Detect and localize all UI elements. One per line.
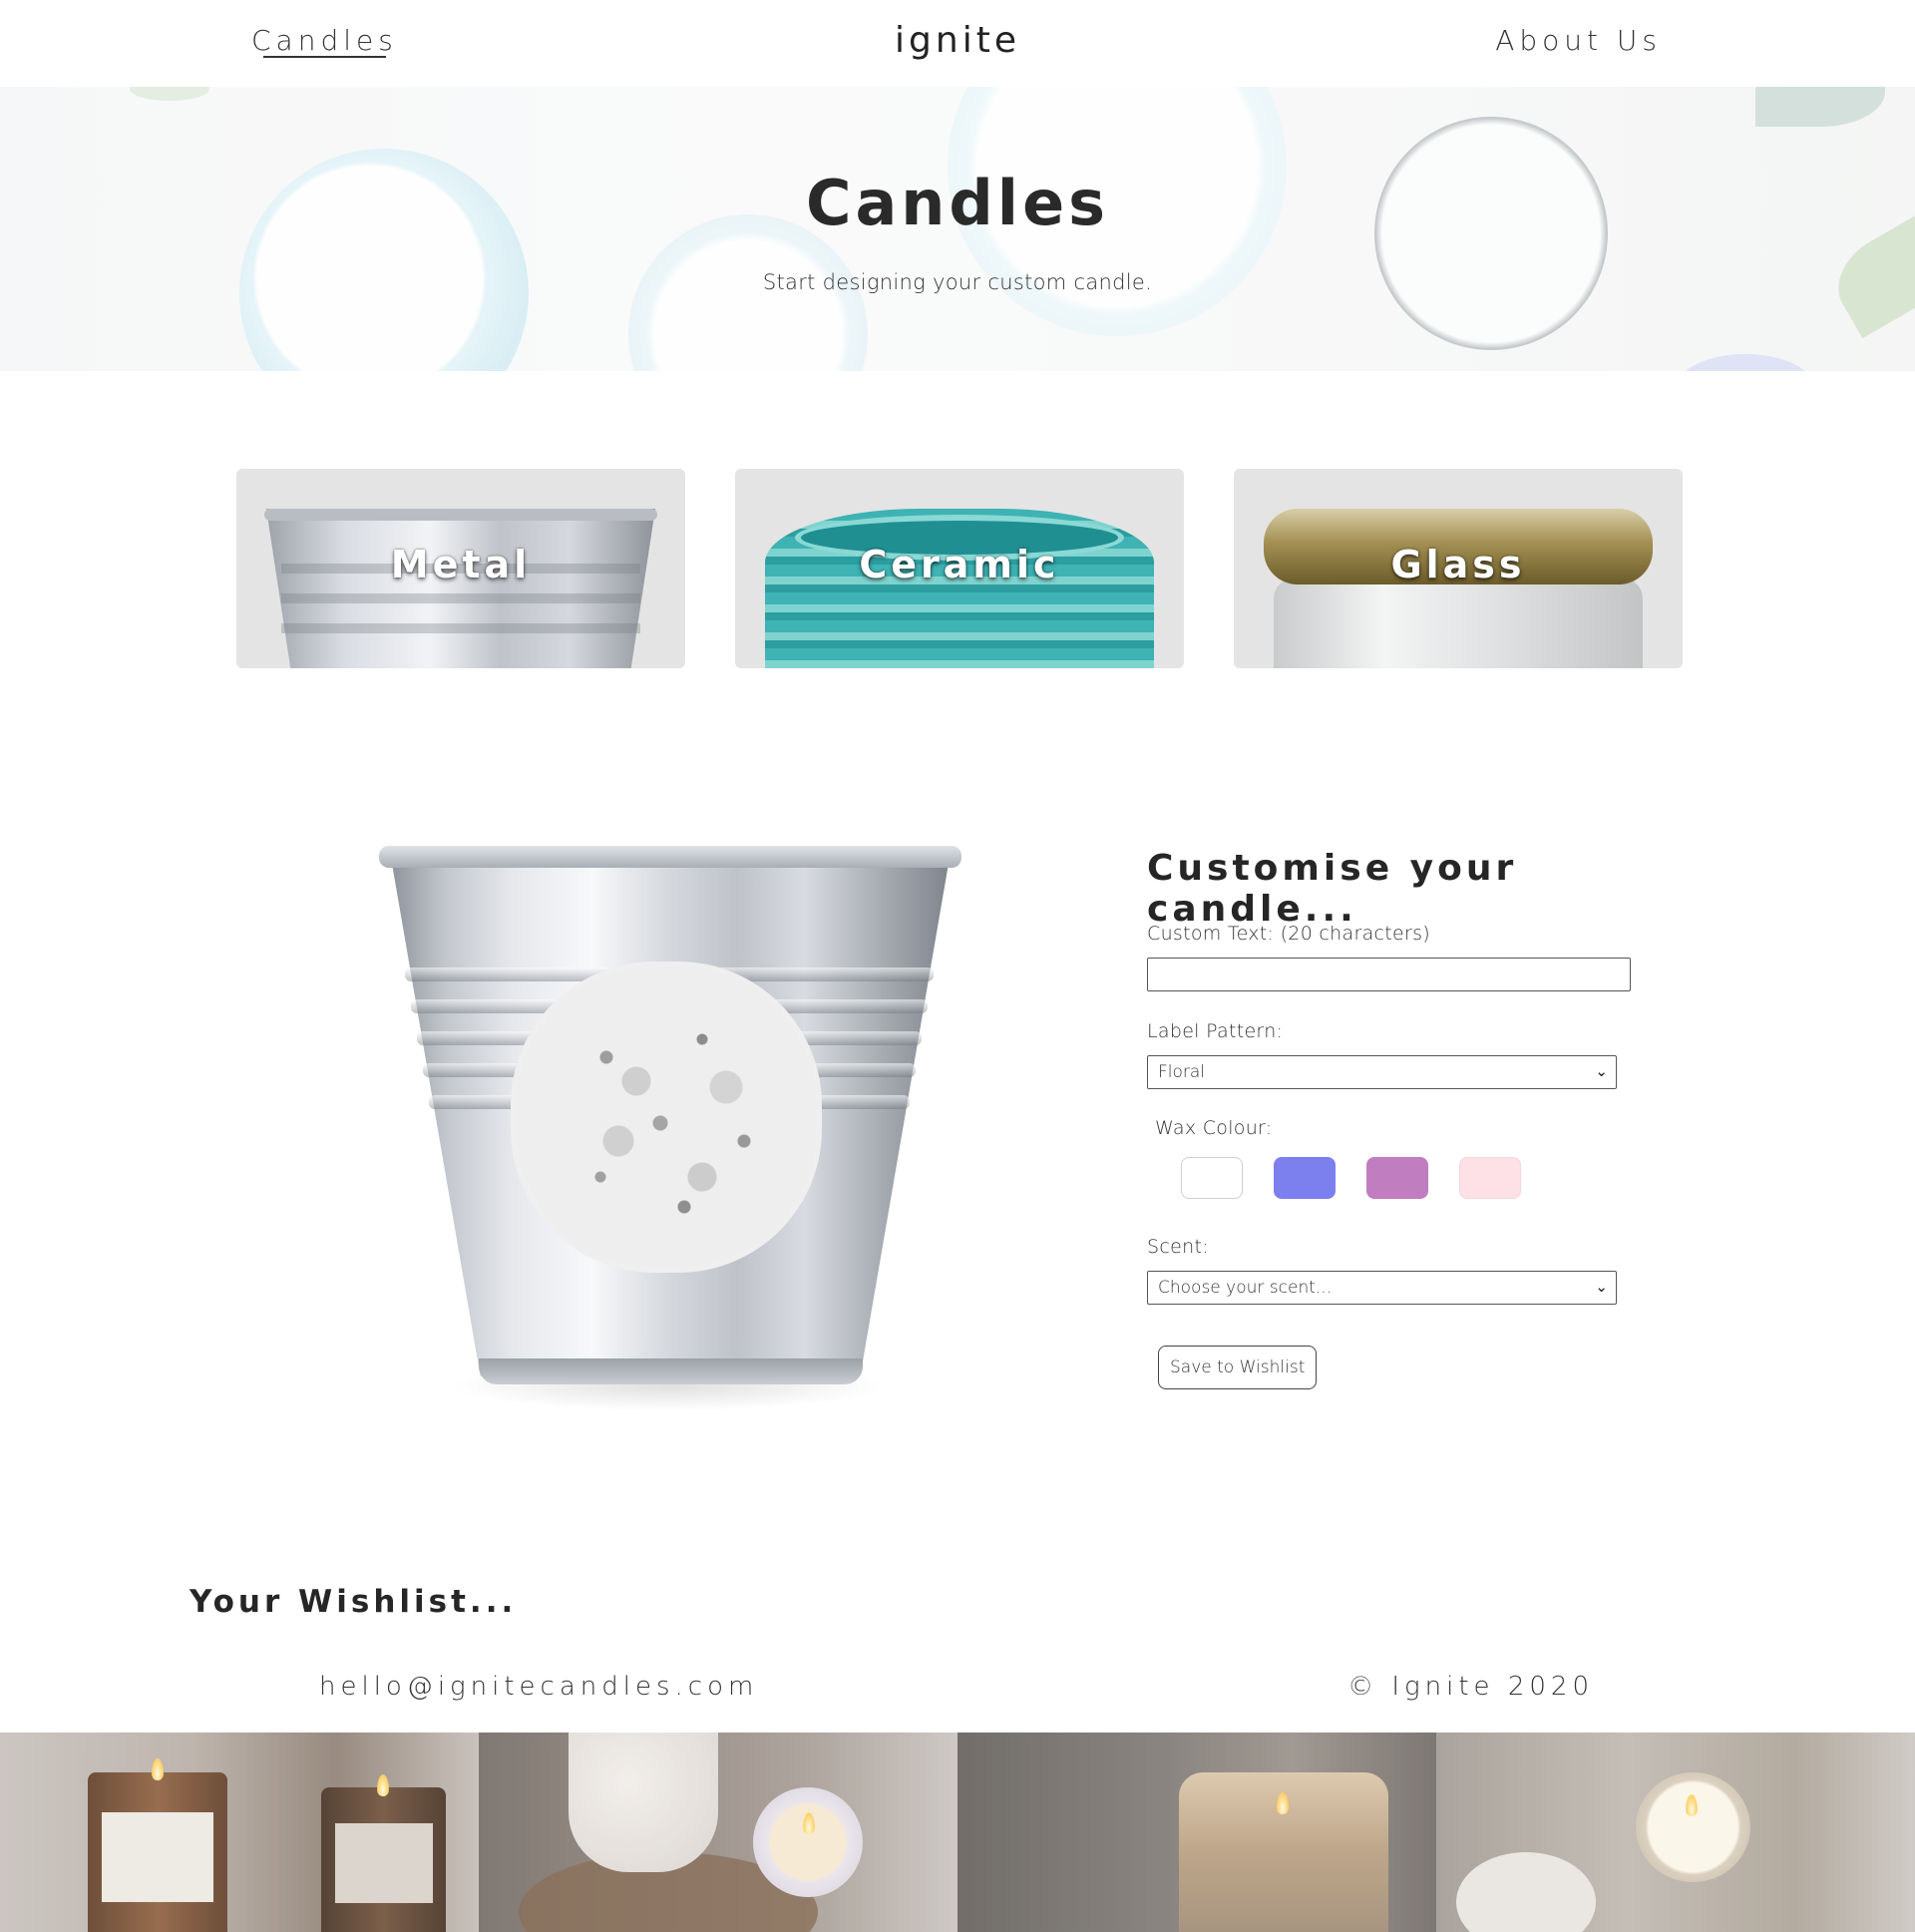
metal-pail-ridge: [281, 593, 640, 603]
candle-preview: [369, 838, 967, 1436]
chevron-down-icon: ⌄: [1595, 1062, 1608, 1080]
chevron-down-icon: ⌄: [1595, 1278, 1608, 1296]
material-card-metal[interactable]: Metal: [236, 469, 685, 668]
preview-pail-base: [479, 1358, 863, 1384]
footer-photo-strip: [0, 1733, 1915, 1932]
metal-pail-rim: [264, 509, 657, 521]
footer-copyright: © Ignite 2020: [1347, 1672, 1594, 1702]
hero-banner: Candles Start designing your custom cand…: [0, 87, 1915, 371]
wax-swatch-pink[interactable]: [1459, 1157, 1521, 1199]
nav-link-about-us[interactable]: About Us: [1495, 24, 1662, 57]
glass-jar-image: [1274, 579, 1643, 668]
wishlist-heading: Your Wishlist...: [190, 1584, 518, 1620]
wax-swatch-white[interactable]: [1181, 1157, 1243, 1199]
material-card-label: Metal: [390, 543, 532, 586]
wax-colour-label: Wax Colour:: [1155, 1117, 1273, 1139]
label-pattern-value: Floral: [1158, 1062, 1206, 1082]
scent-label: Scent:: [1147, 1236, 1209, 1258]
scent-select[interactable]: Choose your scent... ⌄: [1147, 1271, 1617, 1305]
page-title: Candles: [805, 167, 1110, 239]
label-pattern-label: Label Pattern:: [1147, 1020, 1284, 1042]
custom-text-label: Custom Text: (20 characters): [1147, 923, 1431, 945]
custom-text-input[interactable]: [1147, 958, 1631, 991]
customise-heading: Customise your candle...: [1147, 848, 1518, 930]
metal-pail-ridge: [281, 623, 640, 633]
scent-value: Choose your scent...: [1158, 1278, 1333, 1298]
material-cards: Metal Ceramic Glass: [236, 469, 1683, 668]
wax-swatch-purple[interactable]: [1366, 1157, 1428, 1199]
preview-floral-label: [517, 967, 816, 1267]
page-subtitle: Start designing your custom candle.: [762, 270, 1153, 294]
customise-form: Customise your candle... Custom Text: (2…: [1147, 848, 1686, 1389]
preview-pail-rim: [379, 846, 961, 868]
save-to-wishlist-button[interactable]: Save to Wishlist: [1158, 1346, 1318, 1389]
material-card-label: Glass: [1390, 543, 1526, 586]
label-pattern-select[interactable]: Floral ⌄: [1147, 1055, 1617, 1089]
metal-pail-image: [266, 509, 655, 668]
footer-email-link[interactable]: hello@ignitecandles.com: [319, 1672, 758, 1702]
material-card-glass[interactable]: Glass: [1234, 469, 1683, 668]
wax-swatch-blue[interactable]: [1274, 1157, 1336, 1199]
photo-strip-overlay: [0, 1733, 1915, 1932]
material-card-label: Ceramic: [859, 543, 1060, 586]
material-card-ceramic[interactable]: Ceramic: [735, 469, 1184, 668]
top-nav: Candles ignite About Us: [0, 0, 1915, 87]
